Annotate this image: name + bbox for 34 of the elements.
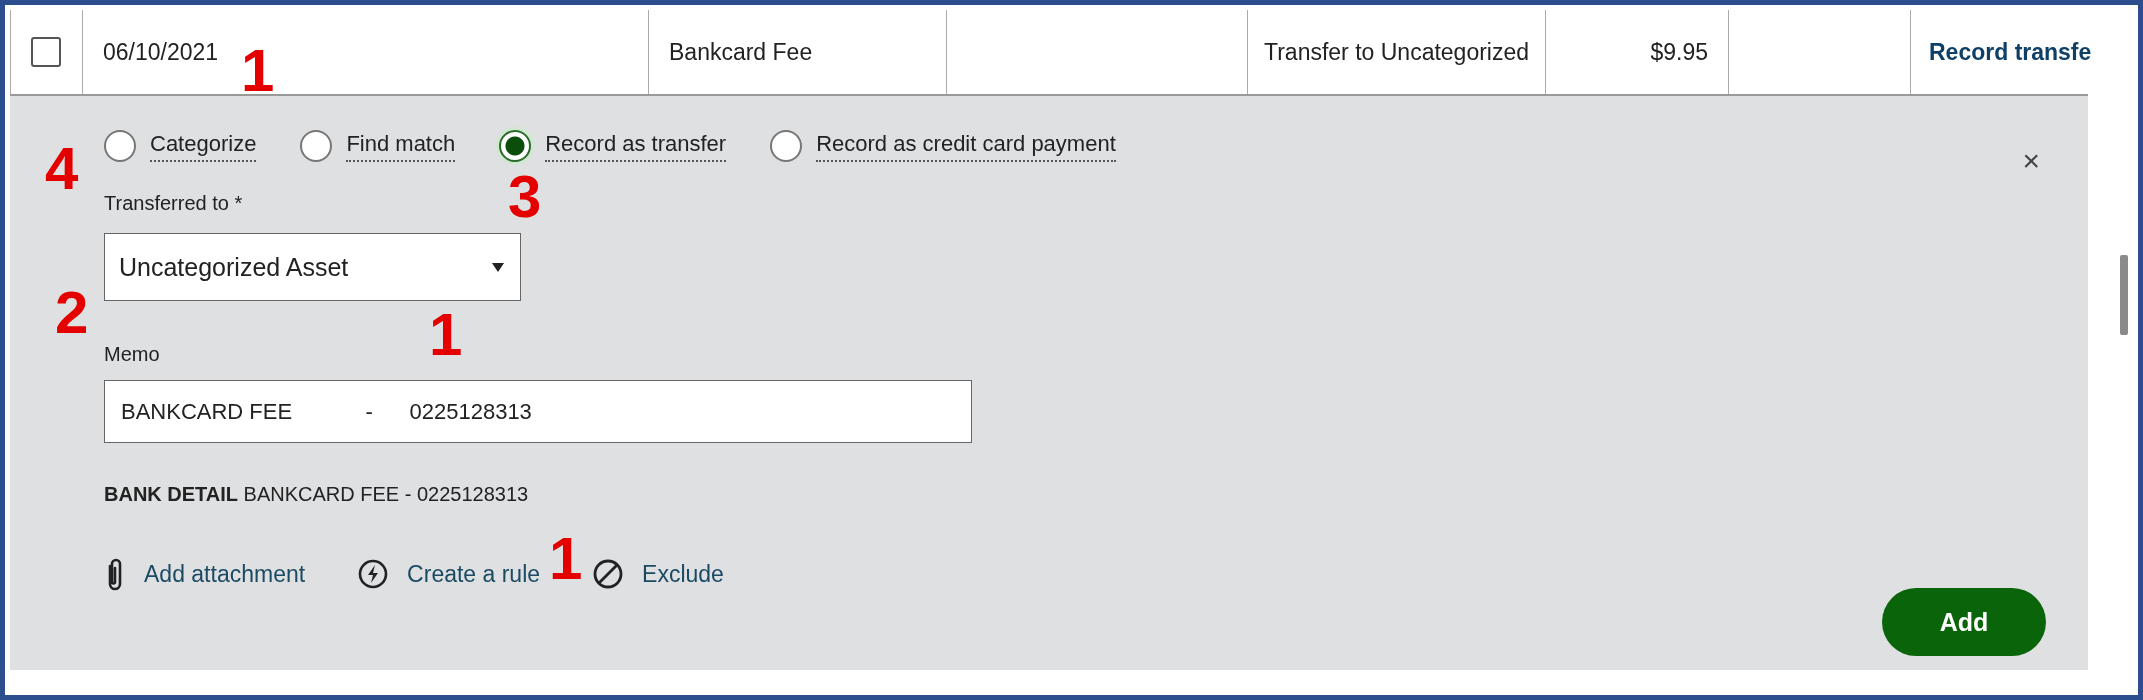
description-cell: Bankcard Fee bbox=[669, 38, 813, 66]
option-label[interactable]: Find match bbox=[346, 130, 456, 162]
annotation-number: 2 bbox=[55, 283, 89, 343]
annotation-number: 3 bbox=[508, 167, 542, 227]
exclude-link[interactable]: Exclude bbox=[642, 560, 724, 588]
amount-cell: $9.95 bbox=[1650, 38, 1708, 66]
date-cell: 06/10/2021 bbox=[103, 38, 219, 66]
scrollbar[interactable] bbox=[2120, 255, 2128, 335]
annotation-number: 1 bbox=[241, 41, 275, 101]
checkbox[interactable] bbox=[31, 37, 61, 67]
radio-button[interactable] bbox=[770, 130, 803, 162]
radio-button[interactable] bbox=[499, 130, 532, 162]
create-rule-link[interactable]: Create a rule bbox=[407, 560, 541, 588]
annotation-number: 1 bbox=[549, 529, 583, 589]
caret-icon bbox=[492, 262, 504, 272]
add-attachment-link[interactable]: Add attachment bbox=[144, 560, 306, 588]
radio-button[interactable] bbox=[300, 130, 333, 162]
lightning-icon bbox=[357, 558, 390, 590]
category-cell: Transfer to Uncategorized bbox=[1264, 38, 1530, 66]
bank-detail-text: BANK DETAIL BANKCARD FEE - 0225128313 bbox=[104, 483, 529, 505]
option-label[interactable]: Categorize bbox=[150, 130, 257, 162]
account-dropdown[interactable]: Uncategorized Asset bbox=[104, 233, 521, 301]
record-transfer-link[interactable]: Record transfe bbox=[1929, 38, 2092, 66]
radio-button[interactable] bbox=[104, 130, 136, 162]
annotation-number: 1 bbox=[429, 305, 463, 365]
memo-field[interactable]: BANKCARD FEE - 0225128313 bbox=[104, 380, 972, 443]
option-label[interactable]: Record as transfer bbox=[545, 130, 727, 162]
field-label: Memo bbox=[104, 343, 160, 365]
field-label: Transferred to * bbox=[104, 192, 243, 214]
close-icon[interactable]: × bbox=[2022, 144, 2040, 178]
annotation-number: 4 bbox=[45, 139, 79, 199]
add-button[interactable]: Add bbox=[1882, 588, 2046, 656]
option-label[interactable]: Record as credit card payment bbox=[816, 130, 1116, 162]
prohibited-icon bbox=[592, 558, 625, 590]
